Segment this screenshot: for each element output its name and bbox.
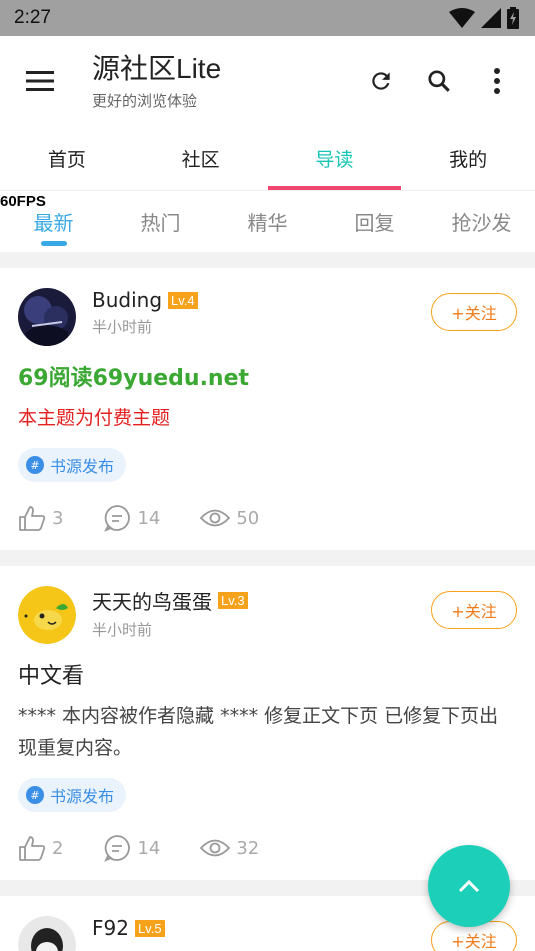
sub-tabs: 60FPS 最新 热门 精华 回复 抢沙发 [0, 190, 535, 252]
comment-icon [104, 505, 131, 532]
comment-count: 14 [137, 837, 161, 859]
author-name[interactable]: Buding [92, 288, 162, 312]
status-bar: 2:27 [0, 0, 535, 36]
name-row: F92 Lv.5 [92, 916, 431, 940]
avatar[interactable] [18, 916, 76, 951]
main-tabs: 首页 社区 导读 我的 [0, 126, 535, 190]
more-vert-icon [494, 68, 500, 94]
subtab-latest[interactable]: 最新 [0, 191, 107, 252]
subtab-replies[interactable]: 回复 [321, 191, 428, 252]
post-title[interactable]: 69阅读69yuedu.net [18, 360, 517, 392]
menu-button[interactable] [18, 59, 62, 103]
status-icons [449, 7, 519, 29]
title-block: 源社区Lite 更好的浏览体验 [92, 52, 361, 111]
topic-tag[interactable]: # 书源发布 [18, 448, 127, 482]
comment-stat[interactable]: 14 [103, 504, 160, 532]
hash-icon: # [26, 456, 44, 474]
view-count: 32 [236, 837, 260, 859]
post-header: Buding Lv.4 半小时前 +关注 [18, 288, 517, 346]
like-stat[interactable]: 2 [18, 835, 63, 861]
post-excerpt: 本主题为付费主题 [18, 407, 171, 429]
tag-label: 书源发布 [50, 787, 115, 806]
view-stat: 50 [200, 507, 259, 529]
toolbar-actions [361, 61, 517, 101]
eye-icon [200, 509, 231, 527]
post-card[interactable]: Buding Lv.4 半小时前 +关注 69阅读69yuedu.net 本主题… [0, 268, 535, 550]
post-card[interactable]: 天天的鸟蛋蛋 Lv.3 半小时前 +关注 中文看 **** 本内容被作者隐藏 *… [0, 566, 535, 880]
comment-count: 14 [137, 507, 161, 529]
eye-icon [200, 839, 231, 857]
subtab-featured[interactable]: 精华 [214, 191, 321, 252]
author-name[interactable]: 天天的鸟蛋蛋 [92, 586, 212, 615]
level-badge: Lv.3 [218, 592, 248, 609]
refresh-icon [372, 72, 390, 90]
like-count: 3 [52, 507, 64, 529]
post-time: 半小时前 [92, 318, 153, 336]
app-title: 源社区Lite [92, 52, 222, 84]
tag-label: 书源发布 [50, 457, 115, 476]
comment-stat[interactable]: 14 [103, 834, 160, 862]
level-badge: Lv.5 [134, 919, 165, 937]
name-row: 天天的鸟蛋蛋 Lv.3 [92, 586, 431, 615]
refresh-button[interactable] [361, 61, 401, 101]
topic-tag[interactable]: # 书源发布 [18, 778, 127, 812]
post-meta: Buding Lv.4 半小时前 [92, 288, 431, 337]
view-count: 50 [236, 507, 260, 529]
app-bar: 源社区Lite 更好的浏览体验 [0, 36, 535, 126]
search-button[interactable] [419, 61, 459, 101]
chevron-up-icon [458, 879, 480, 893]
app-subtitle: 更好的浏览体验 [92, 91, 198, 110]
battery-icon [507, 7, 519, 29]
post-header: 天天的鸟蛋蛋 Lv.3 半小时前 +关注 [18, 586, 517, 644]
status-time: 2:27 [14, 7, 51, 28]
post-stats: 3 14 50 [18, 504, 517, 532]
hamburger-icon [26, 71, 54, 91]
thumbs-up-icon [19, 836, 46, 861]
post-meta: F92 Lv.5 [92, 916, 431, 940]
post-header: F92 Lv.5 +关注 [18, 916, 517, 951]
post-excerpt: **** 本内容被作者隐藏 **** 修复正文下页 已修复下页出现重复内容。 [18, 705, 499, 759]
more-button[interactable] [477, 61, 517, 101]
view-stat: 32 [200, 837, 259, 859]
subtab-hot[interactable]: 热门 [107, 191, 214, 252]
follow-button[interactable]: +关注 [431, 293, 517, 331]
tab-mine[interactable]: 我的 [401, 126, 535, 190]
avatar[interactable] [18, 288, 76, 346]
follow-button[interactable]: +关注 [431, 591, 517, 629]
post-time: 半小时前 [92, 621, 153, 639]
hash-icon: # [26, 786, 44, 804]
tab-guide[interactable]: 导读 [267, 126, 402, 190]
name-row: Buding Lv.4 [92, 288, 431, 312]
post-feed: Buding Lv.4 半小时前 +关注 69阅读69yuedu.net 本主题… [0, 252, 535, 951]
scroll-to-top-button[interactable] [428, 845, 510, 927]
avatar[interactable] [18, 586, 76, 644]
post-meta: 天天的鸟蛋蛋 Lv.3 半小时前 [92, 586, 431, 640]
level-badge: Lv.4 [168, 291, 198, 309]
tab-community[interactable]: 社区 [134, 126, 268, 190]
like-count: 2 [52, 837, 64, 859]
thumbs-up-icon [19, 506, 46, 531]
like-stat[interactable]: 3 [18, 505, 63, 531]
signal-icon [481, 8, 501, 28]
wifi-icon [449, 8, 475, 28]
search-icon [428, 70, 450, 92]
post-title[interactable]: 中文看 [18, 658, 517, 690]
comment-icon [104, 835, 131, 862]
tab-home[interactable]: 首页 [0, 126, 134, 190]
subtab-first-reply[interactable]: 抢沙发 [428, 191, 535, 252]
author-name[interactable]: F92 [92, 916, 129, 940]
